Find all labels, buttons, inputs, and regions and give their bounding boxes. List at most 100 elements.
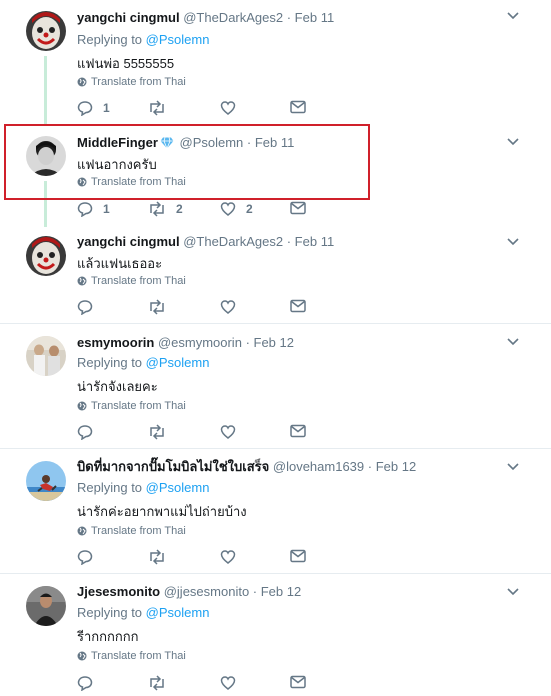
tweet-actions bbox=[77, 424, 327, 442]
retweet-icon bbox=[150, 100, 164, 116]
retweet-button[interactable] bbox=[148, 100, 176, 116]
retweet-icon bbox=[150, 424, 164, 440]
like-button[interactable]: 2 bbox=[220, 201, 253, 217]
translate-link[interactable]: Translate from Thai bbox=[77, 525, 186, 537]
heart-icon bbox=[220, 202, 236, 216]
dm-button[interactable] bbox=[290, 424, 306, 438]
dm-button[interactable] bbox=[290, 549, 306, 563]
reply-button[interactable]: 1 bbox=[77, 100, 110, 116]
globe-icon bbox=[77, 276, 87, 286]
translate-link[interactable]: Translate from Thai bbox=[77, 275, 186, 287]
timestamp[interactable]: · Feb 11 bbox=[287, 234, 334, 249]
envelope-icon bbox=[290, 299, 306, 313]
heart-icon bbox=[220, 101, 236, 115]
handle[interactable]: @TheDarkAges2 bbox=[183, 10, 283, 25]
display-name[interactable]: esmymoorin bbox=[77, 335, 154, 350]
handle[interactable]: @loveham1639 bbox=[273, 459, 364, 474]
retweet-icon bbox=[150, 299, 164, 315]
timestamp[interactable]: · Feb 11 bbox=[287, 10, 334, 25]
tweet[interactable]: yangchi cingmul @TheDarkAges2 · Feb 11 R… bbox=[0, 0, 551, 124]
retweet-button[interactable] bbox=[148, 675, 176, 691]
replying-handle-link[interactable]: @Psolemn bbox=[146, 355, 210, 370]
reply-button[interactable] bbox=[77, 424, 103, 440]
tweet-header: บิดที่มากจากปั๊มโมบิลไม่ใช่ใบเสร็จ @love… bbox=[77, 459, 416, 475]
retweet-button[interactable] bbox=[148, 424, 176, 440]
like-button[interactable] bbox=[220, 675, 246, 691]
envelope-icon bbox=[290, 100, 306, 114]
avatar[interactable] bbox=[26, 586, 66, 626]
retweet-button[interactable] bbox=[148, 549, 176, 565]
avatar[interactable] bbox=[26, 236, 66, 276]
chevron-down-icon[interactable] bbox=[507, 138, 519, 146]
like-button[interactable] bbox=[220, 549, 246, 565]
tweet[interactable]: esmymoorin @esmymoorin · Feb 12 Replying… bbox=[0, 324, 551, 449]
heart-icon bbox=[220, 550, 236, 564]
chevron-down-icon[interactable] bbox=[507, 338, 519, 346]
tweet-actions bbox=[77, 675, 327, 693]
avatar[interactable] bbox=[26, 11, 66, 51]
tweet-text: แฟนพ่อ 5555555 bbox=[77, 56, 175, 71]
like-count: 2 bbox=[246, 202, 253, 216]
retweet-count: 2 bbox=[176, 202, 183, 216]
handle[interactable]: @TheDarkAges2 bbox=[183, 234, 283, 249]
envelope-icon bbox=[290, 549, 306, 563]
tweet[interactable]: บิดที่มากจากปั๊มโมบิลไม่ใช่ใบเสร็จ @love… bbox=[0, 449, 551, 574]
chevron-down-icon[interactable] bbox=[507, 588, 519, 596]
translate-link[interactable]: Translate from Thai bbox=[77, 400, 186, 412]
reply-button[interactable] bbox=[77, 299, 103, 315]
tweet-header: yangchi cingmul @TheDarkAges2 · Feb 11 bbox=[77, 10, 334, 26]
reply-icon bbox=[77, 101, 93, 116]
display-name[interactable]: Jjesesmonito bbox=[77, 584, 160, 599]
tweet-actions: 1 bbox=[77, 100, 327, 118]
replying-to: Replying to @Psolemn bbox=[77, 32, 210, 47]
display-name[interactable]: บิดที่มากจากปั๊มโมบิลไม่ใช่ใบเสร็จ bbox=[77, 459, 269, 474]
replying-to: Replying to @Psolemn bbox=[77, 355, 210, 370]
tweet-actions: 1 2 2 bbox=[77, 201, 327, 219]
timestamp[interactable]: · Feb 12 bbox=[246, 335, 294, 350]
reply-button[interactable]: 1 bbox=[77, 201, 110, 217]
like-button[interactable] bbox=[220, 100, 246, 116]
replying-handle-link[interactable]: @Psolemn bbox=[146, 32, 210, 47]
globe-icon bbox=[77, 526, 87, 536]
timestamp[interactable]: · Feb 12 bbox=[368, 459, 416, 474]
dm-button[interactable] bbox=[290, 299, 306, 313]
heart-icon bbox=[220, 300, 236, 314]
like-button[interactable] bbox=[220, 424, 246, 440]
tweet-text: แล้วแฟนเธออะ bbox=[77, 256, 163, 271]
envelope-icon bbox=[290, 675, 306, 689]
dm-button[interactable] bbox=[290, 100, 306, 114]
globe-icon bbox=[77, 401, 87, 411]
timestamp[interactable]: · Feb 12 bbox=[253, 584, 301, 599]
dm-button[interactable] bbox=[290, 675, 306, 689]
chevron-down-icon[interactable] bbox=[507, 463, 519, 471]
handle[interactable]: @esmymoorin bbox=[158, 335, 242, 350]
display-name[interactable]: yangchi cingmul bbox=[77, 10, 180, 25]
tweet-actions bbox=[77, 549, 327, 567]
avatar[interactable] bbox=[26, 461, 66, 501]
replying-to: Replying to @Psolemn bbox=[77, 605, 210, 620]
chevron-down-icon[interactable] bbox=[507, 12, 519, 20]
replying-handle-link[interactable]: @Psolemn bbox=[146, 605, 210, 620]
tweet-header: yangchi cingmul @TheDarkAges2 · Feb 11 bbox=[77, 234, 334, 250]
reply-button[interactable] bbox=[77, 675, 103, 691]
retweet-button[interactable] bbox=[148, 299, 176, 315]
dm-button[interactable] bbox=[290, 201, 306, 215]
tweet[interactable]: Jjesesmonito @jjesesmonito · Feb 12 Repl… bbox=[0, 574, 551, 696]
avatar[interactable] bbox=[26, 336, 66, 376]
replying-handle-link[interactable]: @Psolemn bbox=[146, 480, 210, 495]
retweet-button[interactable]: 2 bbox=[148, 201, 183, 217]
chevron-down-icon[interactable] bbox=[507, 238, 519, 246]
reply-button[interactable] bbox=[77, 549, 103, 565]
tweet[interactable]: yangchi cingmul @TheDarkAges2 · Feb 11 แ… bbox=[0, 227, 551, 324]
display-name[interactable]: yangchi cingmul bbox=[77, 234, 180, 249]
reply-icon bbox=[77, 425, 93, 440]
reply-count: 1 bbox=[103, 202, 110, 216]
handle[interactable]: @jjesesmonito bbox=[164, 584, 249, 599]
like-button[interactable] bbox=[220, 299, 246, 315]
tweet-text: น่ารักจังเลยคะ bbox=[77, 379, 158, 394]
tweet-header: Jjesesmonito @jjesesmonito · Feb 12 bbox=[77, 584, 301, 600]
reply-icon bbox=[77, 550, 93, 565]
translate-link[interactable]: Translate from Thai bbox=[77, 76, 186, 88]
retweet-icon bbox=[150, 201, 164, 217]
translate-link[interactable]: Translate from Thai bbox=[77, 650, 186, 662]
